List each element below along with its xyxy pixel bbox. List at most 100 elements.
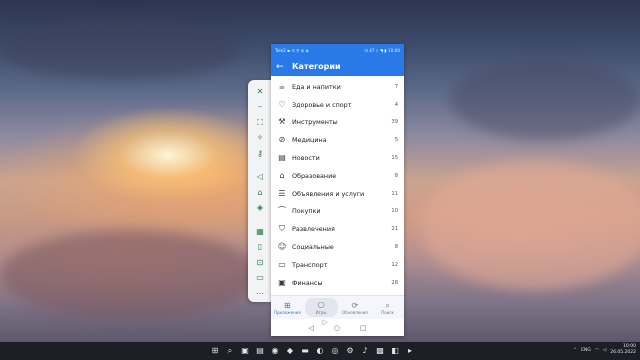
wallet-icon: ▣ bbox=[278, 277, 286, 287]
category-count: 39 bbox=[391, 119, 398, 126]
phone-icon[interactable]: ▯ bbox=[253, 240, 267, 254]
category-row[interactable]: ⌂ Образование 8 bbox=[271, 167, 404, 185]
category-row[interactable]: ⌒ Покупки 10 bbox=[271, 203, 404, 221]
category-count: 4 bbox=[394, 101, 398, 108]
windows-logo-icon[interactable]: ⊞ bbox=[210, 344, 220, 357]
category-list: ☕ Еда и напитки 7 ♡ Здоровье и спорт 4 ⚒ Инстру… bbox=[271, 76, 404, 292]
recents-square-icon[interactable]: □ bbox=[360, 324, 367, 332]
page-title: Категории bbox=[292, 62, 341, 71]
category-count: 8 bbox=[394, 244, 398, 251]
nav-label: Обновления bbox=[342, 309, 368, 315]
more-icon[interactable]: ⋯ bbox=[253, 287, 267, 301]
category-label: Развлечения bbox=[292, 225, 335, 234]
speaker-icon[interactable]: ◁ bbox=[603, 348, 606, 353]
system-tray: ⌃ ENG ◠ ◁ 10:00 26.05.2022 bbox=[573, 344, 636, 356]
home-circle-icon[interactable]: ○ bbox=[334, 324, 340, 332]
category-label: Финансы bbox=[292, 278, 323, 287]
category-count: 21 bbox=[391, 226, 398, 233]
category-count: 15 bbox=[391, 155, 398, 162]
car-icon: ▭ bbox=[278, 259, 286, 269]
phone-screen: Tele2 ▪ ⊙ ⚲ ◎ ◈ ⊡ 47 ᛒ ◥ ▮ 10:00 ← Катег… bbox=[271, 44, 404, 336]
nav-label: Поиск bbox=[381, 309, 394, 315]
fullscreen-icon[interactable]: ⛶ bbox=[253, 116, 267, 130]
category-label: Образование bbox=[292, 171, 337, 180]
brave-icon[interactable]: ◆ bbox=[285, 344, 295, 357]
category-label: Социальные bbox=[292, 243, 334, 252]
viber-icon[interactable]: ◎ bbox=[330, 344, 340, 357]
category-label: Медицина bbox=[292, 136, 327, 145]
app-bar: ← Категории bbox=[271, 57, 404, 76]
category-row[interactable]: ⊘ Медицина 5 bbox=[271, 131, 404, 149]
category-row[interactable]: ☰ Объявления и услуги 11 bbox=[271, 185, 404, 203]
nav-label: Приложения bbox=[273, 309, 301, 315]
category-row[interactable]: ⚒ Инструменты 39 bbox=[271, 114, 404, 132]
search-icon[interactable]: ⌕ bbox=[225, 344, 235, 357]
store-icon[interactable]: ◧ bbox=[390, 344, 400, 357]
mouse-cursor-icon: ➤ bbox=[321, 318, 328, 327]
folder-icon[interactable]: ▭ bbox=[253, 271, 267, 285]
category-row[interactable]: ▤ Новости 15 bbox=[271, 149, 404, 167]
update-icon: ⟳ bbox=[351, 300, 359, 310]
nav-label: Игры bbox=[315, 309, 327, 315]
newspaper-icon: ▤ bbox=[278, 153, 286, 163]
pill-icon: ⊘ bbox=[278, 135, 286, 145]
record-icon[interactable]: ⊡ bbox=[253, 256, 267, 270]
back-triangle-icon[interactable]: ◁ bbox=[308, 324, 313, 332]
category-row[interactable]: ▣ Финансы 28 bbox=[271, 274, 404, 292]
nav-item-1[interactable]: ⎔ Игры bbox=[304, 298, 338, 317]
wrench-icon: ⚒ bbox=[278, 117, 286, 127]
category-row[interactable]: ☺ Социальные 8 bbox=[271, 238, 404, 256]
arrow-left-icon[interactable]: ← bbox=[276, 62, 286, 72]
taskbar-apps: ⊞ ⌕ ▣ ▤ ◉ ◆ ▬ ◐ ◎ ⚙ ♪ ▩ ◧ ▸ bbox=[210, 344, 415, 357]
volume-icon[interactable]: ◁ bbox=[253, 170, 267, 184]
category-count: 28 bbox=[391, 279, 398, 286]
chrome-icon[interactable]: ◉ bbox=[270, 344, 280, 357]
nav-item-3[interactable]: ⌕ Поиск bbox=[371, 296, 404, 319]
category-label: Еда и напитки bbox=[292, 82, 341, 91]
close-icon[interactable]: ✕ bbox=[253, 85, 267, 99]
shield-icon: ⛉ bbox=[279, 224, 285, 234]
category-row[interactable]: ♡ Здоровье и спорт 4 bbox=[271, 96, 404, 114]
category-label: Объявления и услуги bbox=[292, 189, 365, 198]
shake-icon[interactable]: ⌂ bbox=[253, 186, 267, 200]
hanger-icon: ⌒ bbox=[278, 206, 286, 216]
category-label: Здоровье и спорт bbox=[292, 100, 352, 109]
photos-icon[interactable]: ▩ bbox=[375, 344, 385, 357]
list-icon: ☰ bbox=[278, 188, 286, 198]
task-view-icon[interactable]: ▣ bbox=[240, 344, 250, 357]
explorer-icon[interactable]: ▬ bbox=[300, 344, 310, 357]
terminal-icon[interactable]: ▸ bbox=[405, 344, 415, 357]
keyboard-icon[interactable]: ⚷ bbox=[253, 147, 267, 161]
settings-icon[interactable]: ⚙ bbox=[345, 344, 355, 357]
search-icon: ⌕ bbox=[385, 300, 390, 310]
category-count: 11 bbox=[391, 190, 398, 197]
gamepad-icon: ⎔ bbox=[317, 300, 325, 310]
category-count: 5 bbox=[394, 137, 398, 144]
category-label: Инструменты bbox=[292, 118, 338, 127]
graduation-cap-icon: ⌂ bbox=[279, 170, 285, 180]
edge-icon[interactable]: ◐ bbox=[315, 344, 325, 357]
wifi-icon[interactable]: ◠ bbox=[595, 348, 599, 353]
clock-date: 26.05.2022 bbox=[610, 350, 636, 355]
status-right: ⊡ 47 ᛒ ◥ ▮ 10:00 bbox=[364, 48, 400, 53]
cup-icon: ☕ bbox=[278, 81, 286, 91]
nav-item-2[interactable]: ⟳ Обновления bbox=[339, 296, 372, 319]
category-row[interactable]: ▭ Транспорт 12 bbox=[271, 256, 404, 274]
bottom-navigation: ⊞ Приложения ⎔ Игры ⟳ Обновления ⌕ Поиск bbox=[271, 295, 404, 319]
category-label: Покупки bbox=[292, 207, 321, 216]
category-row[interactable]: ☕ Еда и напитки 7 bbox=[271, 78, 404, 96]
music-icon[interactable]: ♪ bbox=[360, 344, 370, 357]
minimize-icon[interactable]: – bbox=[253, 100, 267, 114]
chevron-up-icon[interactable]: ⌃ bbox=[573, 348, 577, 353]
category-row[interactable]: ⛉ Развлечения 21 bbox=[271, 220, 404, 238]
clock[interactable]: 10:00 26.05.2022 bbox=[610, 344, 636, 356]
category-count: 8 bbox=[394, 172, 398, 179]
rotate-icon[interactable]: ◈ bbox=[253, 201, 267, 215]
pin-icon[interactable]: ✧ bbox=[253, 131, 267, 145]
category-count: 10 bbox=[391, 208, 398, 215]
language-indicator[interactable]: ENG bbox=[581, 348, 591, 353]
category-count: 7 bbox=[394, 83, 398, 90]
nav-item-0[interactable]: ⊞ Приложения bbox=[271, 296, 304, 319]
screenshot-icon[interactable]: ▦ bbox=[253, 225, 267, 239]
widgets-icon[interactable]: ▤ bbox=[255, 344, 265, 357]
